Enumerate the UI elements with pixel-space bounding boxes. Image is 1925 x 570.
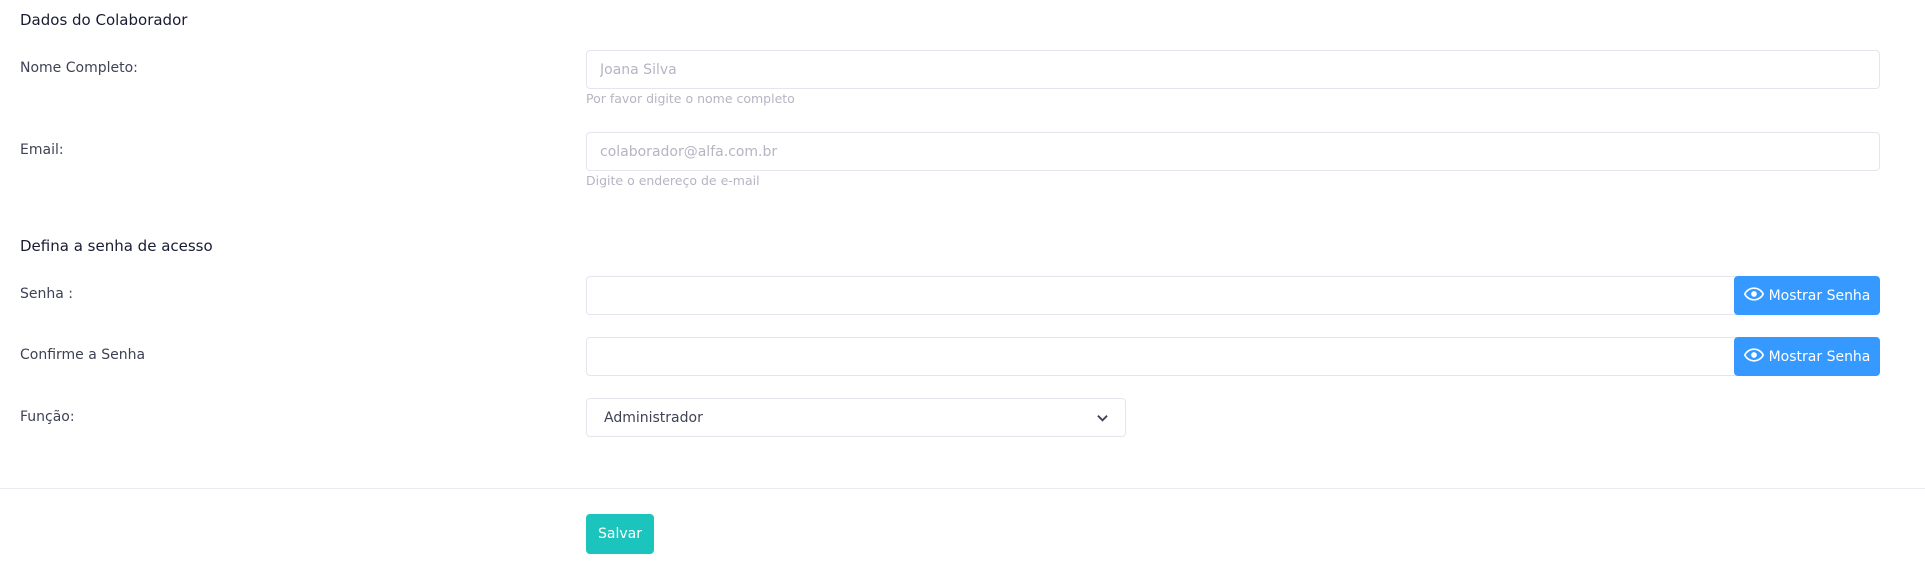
chevron-down-icon	[1097, 410, 1108, 426]
senha-input-group: Mostrar Senha	[586, 276, 1880, 315]
section-title-colaborador: Dados do Colaborador	[20, 11, 188, 29]
email-label: Email:	[20, 142, 64, 158]
footer-divider	[0, 488, 1925, 489]
nome-label: Nome Completo:	[20, 60, 138, 76]
mostrar-senha-label: Mostrar Senha	[1768, 287, 1871, 304]
email-input[interactable]	[586, 132, 1880, 171]
confirma-senha-input-group: Mostrar Senha	[586, 337, 1880, 376]
section-title-senha: Defina a senha de acesso	[20, 237, 213, 255]
confirma-senha-input[interactable]	[586, 337, 1736, 376]
funcao-label: Função:	[20, 409, 75, 425]
funcao-selected-value: Administrador	[604, 409, 703, 426]
funcao-select[interactable]: Administrador	[586, 398, 1126, 437]
mostrar-confirma-senha-button[interactable]: Mostrar Senha	[1734, 337, 1880, 376]
save-button[interactable]: Salvar	[586, 514, 654, 554]
mostrar-confirma-senha-label: Mostrar Senha	[1768, 348, 1871, 365]
mostrar-senha-button[interactable]: Mostrar Senha	[1734, 276, 1880, 315]
nome-help-text: Por favor digite o nome completo	[586, 91, 795, 106]
senha-label: Senha :	[20, 286, 73, 302]
email-help-text: Digite o endereço de e-mail	[586, 173, 760, 188]
eye-icon	[1743, 286, 1764, 305]
eye-icon	[1743, 347, 1764, 366]
senha-input[interactable]	[586, 276, 1736, 315]
nome-input[interactable]	[586, 50, 1880, 89]
confirma-senha-label: Confirme a Senha	[20, 347, 146, 363]
